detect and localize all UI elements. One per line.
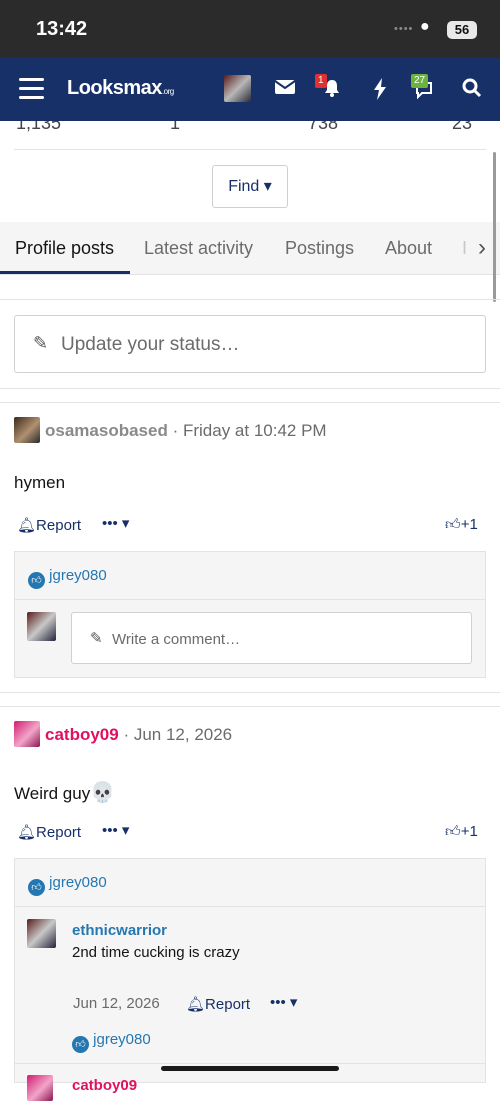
battery-icon: 56 (447, 21, 477, 39)
profile-tabs: Profile posts Latest activity Postings A… (0, 222, 500, 275)
inbox-icon[interactable] (273, 78, 297, 102)
post-header: osamasobased · Friday at 10:42 PM (45, 421, 327, 440)
bell-icon: 🔔︎ (17, 517, 37, 534)
username-link[interactable]: osamasobased (45, 421, 168, 440)
comment-placeholder: Write a comment… (112, 631, 241, 648)
comment-username[interactable]: catboy09 (72, 1077, 137, 1094)
divider (0, 388, 500, 389)
post-time[interactable]: Jun 12, 2026 (134, 725, 232, 744)
like-icon: 👍︎ (28, 879, 45, 896)
tab-postings[interactable]: Postings (285, 238, 354, 259)
divider (0, 692, 500, 693)
username-link[interactable]: catboy09 (45, 725, 119, 744)
like-button[interactable]: 👍︎+1 (445, 516, 478, 534)
stat-solutions: 1 (170, 121, 181, 133)
scrollbar[interactable] (493, 152, 496, 302)
comments-box: 👍︎ jgrey080 ethnicwarrior 2nd time cucki… (14, 858, 486, 1101)
account-avatar[interactable] (224, 75, 251, 102)
ios-status-bar: 13:42 •••• ● 56 (0, 0, 500, 58)
status-update-input[interactable]: ✎ Update your status… (14, 315, 486, 373)
stat-points: 23 (452, 121, 473, 133)
tab-about[interactable]: About (385, 238, 432, 259)
pencil-icon: ✎ (33, 333, 49, 353)
reaction-list[interactable]: 👍︎ jgrey080 (28, 567, 107, 589)
post-body: hymen (14, 473, 66, 492)
wifi-icon: ● (420, 18, 430, 35)
pencil-icon: ✎ (90, 630, 103, 647)
active-tab-indicator (0, 271, 130, 274)
thumbs-up-icon: 👍︎ (445, 823, 461, 840)
comment-text: 2nd time cucking is crazy (72, 944, 240, 961)
lightning-icon[interactable] (368, 78, 392, 102)
post-time[interactable]: Friday at 10:42 PM (183, 421, 327, 440)
more-options-button[interactable]: ••• ▾ (102, 821, 129, 839)
like-icon: 👍︎ (72, 1036, 89, 1053)
reaction-list[interactable]: 👍︎ jgrey080 (72, 1031, 151, 1053)
report-link[interactable]: 🔔︎Report (17, 516, 81, 534)
stat-reactions: 738 (308, 121, 339, 133)
comments-box: 👍︎ jgrey080 ✎ Write a comment… (14, 551, 486, 678)
divider (0, 299, 500, 300)
report-link[interactable]: 🔔︎Report (186, 995, 250, 1013)
tab-latest-activity[interactable]: Latest activity (144, 238, 253, 259)
find-button[interactable]: Find ▾ (212, 165, 288, 208)
avatar[interactable] (27, 919, 56, 948)
chevron-right-icon[interactable]: › (478, 234, 486, 262)
clock: 13:42 (36, 18, 88, 40)
avatar[interactable] (27, 612, 56, 641)
reaction-list[interactable]: 👍︎ jgrey080 (28, 874, 107, 896)
search-icon[interactable] (460, 78, 484, 102)
post-body: Weird guy💀 (14, 782, 116, 804)
status-placeholder: Update your status… (61, 334, 240, 355)
tab-partial[interactable]: I (462, 238, 467, 259)
tab-profile-posts[interactable]: Profile posts (15, 238, 114, 259)
alerts-badge: 1 (315, 74, 327, 88)
home-indicator[interactable] (161, 1066, 339, 1071)
comment-username[interactable]: ethnicwarrior (72, 922, 167, 939)
stat-messages: 1,135 (16, 121, 62, 133)
like-icon: 👍︎ (28, 572, 45, 589)
bell-icon: 🔔︎ (186, 996, 206, 1013)
more-options-button[interactable]: ••• ▾ (270, 993, 297, 1011)
conversations-badge: 27 (411, 74, 429, 88)
skull-emoji-icon: 💀 (90, 782, 116, 804)
like-button[interactable]: 👍︎+1 (445, 823, 478, 841)
top-navbar: Looksmax.org 1 27 (0, 58, 500, 121)
thumbs-up-icon: 👍︎ (445, 516, 461, 533)
divider (0, 706, 500, 707)
avatar[interactable] (14, 721, 40, 747)
comment-input[interactable]: ✎ Write a comment… (71, 612, 472, 664)
site-logo[interactable]: Looksmax.org (67, 77, 174, 100)
profile-stats-row: 1,135 1 738 23 (0, 121, 500, 133)
bell-icon: 🔔︎ (17, 824, 37, 841)
menu-icon[interactable] (19, 78, 44, 100)
avatar[interactable] (27, 1075, 53, 1101)
signal-icon: •••• (394, 23, 414, 35)
report-link[interactable]: 🔔︎Report (17, 823, 81, 841)
comment-time[interactable]: Jun 12, 2026 (73, 995, 160, 1012)
post-header: catboy09 · Jun 12, 2026 (45, 725, 233, 744)
divider (0, 402, 500, 403)
more-options-button[interactable]: ••• ▾ (102, 514, 129, 532)
divider (14, 149, 486, 150)
avatar[interactable] (14, 417, 40, 443)
